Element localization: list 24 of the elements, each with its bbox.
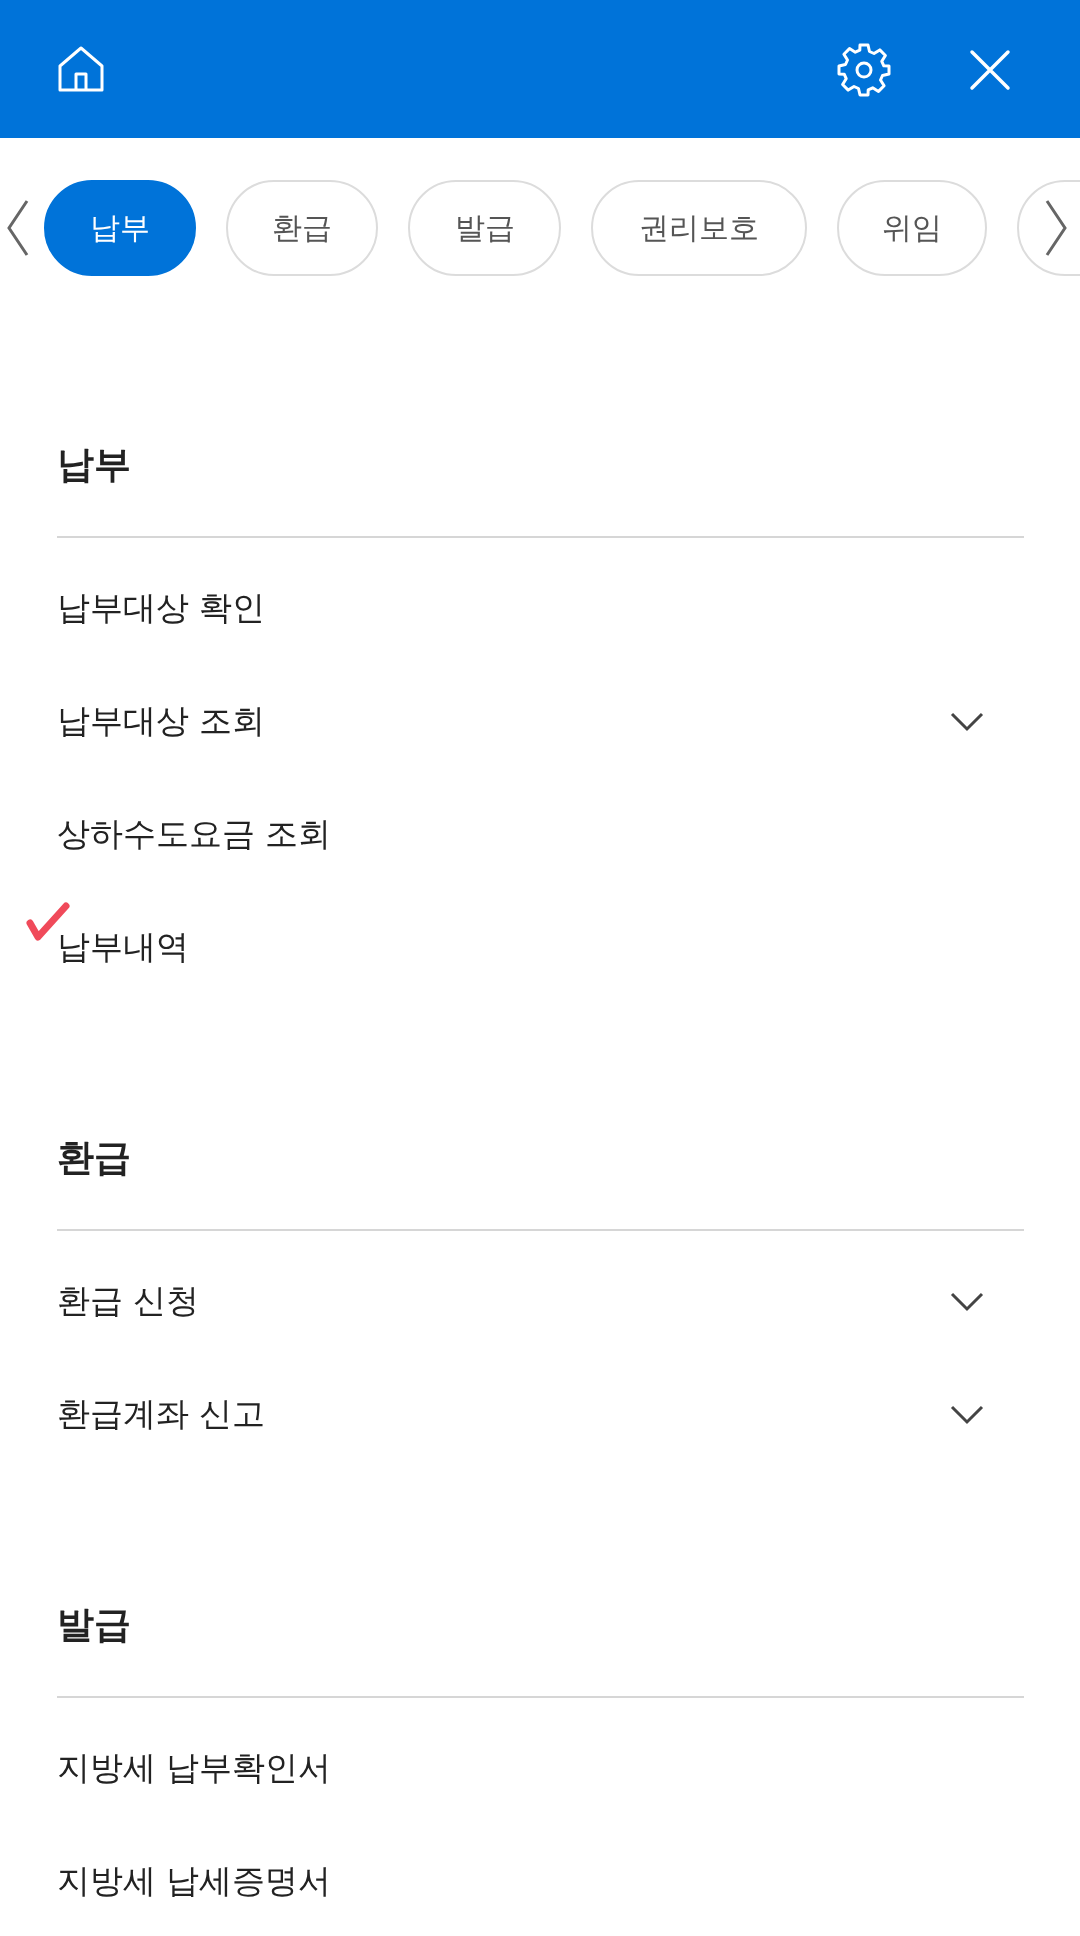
tab[interactable]: 발급 [408, 180, 561, 276]
tab[interactable]: 위임 [837, 180, 987, 276]
chevron-down-icon[interactable] [950, 1291, 984, 1312]
menu-item[interactable]: 환급 신청 [57, 1279, 200, 1324]
chevron-right-icon[interactable] [1044, 198, 1068, 258]
menu-item[interactable]: 납부내역 [57, 925, 189, 970]
menu-item[interactable]: 납부대상 조회 [57, 699, 266, 744]
menu-item[interactable]: 납부대상 확인 [57, 586, 266, 631]
section-heading: 환급 [57, 1135, 132, 1181]
menu-item[interactable]: 지방세 납세증명서 [57, 1859, 332, 1904]
menu-item[interactable]: 지방세 납부확인서 [57, 1746, 332, 1791]
close-icon[interactable] [968, 48, 1012, 92]
tab[interactable]: 납부 [44, 180, 196, 276]
section-heading: 발급 [57, 1602, 132, 1648]
tab[interactable]: 환급 [226, 180, 378, 276]
section-heading: 납부 [57, 442, 132, 488]
chevron-down-icon[interactable] [950, 1404, 984, 1425]
menu-item[interactable]: 상하수도요금 조회 [57, 812, 332, 857]
settings-icon[interactable] [836, 42, 892, 98]
home-icon[interactable] [56, 44, 106, 94]
chevron-down-icon[interactable] [950, 711, 984, 732]
menu-item[interactable]: 환급계좌 신고 [57, 1392, 266, 1437]
tab[interactable]: 권리보호 [591, 180, 807, 276]
chevron-left-icon[interactable] [6, 198, 30, 258]
